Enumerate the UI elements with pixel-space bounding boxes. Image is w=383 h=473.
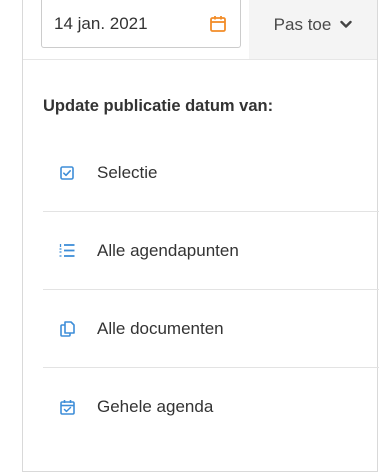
- options-list: Selectie Alle agendapunten Alle document…: [43, 134, 379, 446]
- documents-icon: [58, 320, 76, 338]
- option-alle-documenten[interactable]: Alle documenten: [43, 290, 379, 368]
- option-selectie[interactable]: Selectie: [43, 134, 379, 212]
- option-gehele-agenda[interactable]: Gehele agenda: [43, 368, 379, 446]
- section-title: Update publicatie datum van:: [43, 97, 274, 115]
- date-row: 14 jan. 2021 Pas toe: [23, 0, 377, 60]
- date-field[interactable]: 14 jan. 2021: [41, 0, 241, 48]
- publication-date-popup: 14 jan. 2021 Pas toe Update publicatie d…: [22, 0, 379, 472]
- apply-button-label: Pas toe: [273, 14, 332, 34]
- checkbox-icon: [58, 164, 76, 182]
- option-label: Alle agendapunten: [97, 240, 239, 260]
- numbered-list-icon: [58, 242, 76, 260]
- option-label: Alle documenten: [97, 318, 224, 338]
- option-label: Selectie: [97, 162, 158, 182]
- date-value: 14 jan. 2021: [54, 13, 148, 33]
- option-alle-agendapunten[interactable]: Alle agendapunten: [43, 212, 379, 290]
- calendar-icon[interactable]: [208, 14, 228, 34]
- apply-button[interactable]: Pas toe: [249, 0, 377, 59]
- chevron-down-icon: [340, 20, 353, 29]
- calendar-check-icon: [58, 398, 76, 416]
- option-label: Gehele agenda: [97, 397, 214, 416]
